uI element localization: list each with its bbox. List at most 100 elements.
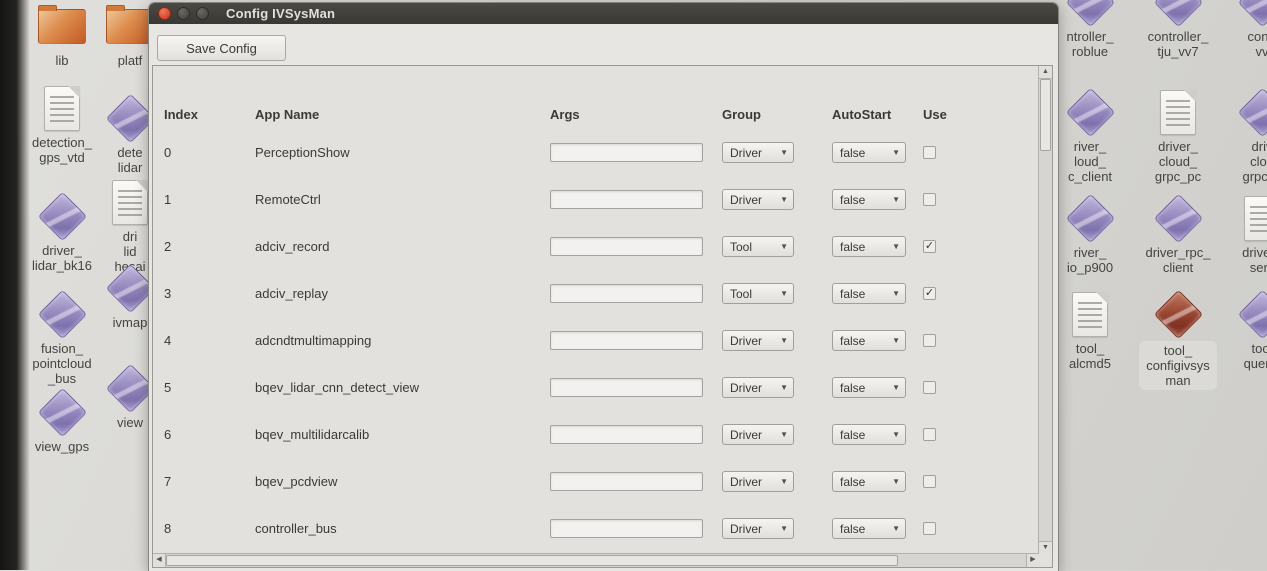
horizontal-scroll-thumb[interactable] xyxy=(166,555,898,566)
group-dropdown[interactable]: Driver▼ xyxy=(722,518,794,539)
document-icon xyxy=(1072,292,1108,337)
dropdown-arrow-icon: ▼ xyxy=(780,241,788,250)
autostart-dropdown[interactable]: false▼ xyxy=(832,283,906,304)
use-checkbox[interactable] xyxy=(923,522,936,535)
group-dropdown[interactable]: Tool▼ xyxy=(722,283,794,304)
use-checkbox[interactable] xyxy=(923,428,936,441)
dropdown-arrow-icon: ▼ xyxy=(892,335,900,344)
icon-label: lib xyxy=(55,53,68,68)
icon-label: view xyxy=(117,415,143,430)
minimize-icon[interactable] xyxy=(177,7,190,20)
header-args: Args xyxy=(550,107,722,122)
args-input[interactable] xyxy=(550,378,703,397)
args-input[interactable] xyxy=(550,331,703,350)
app-name: bqev_pcdview xyxy=(255,474,550,489)
app-name: RemoteCtrl xyxy=(255,192,550,207)
app-name: bqev_lidar_cnn_detect_view xyxy=(255,380,550,395)
autostart-dropdown[interactable]: false▼ xyxy=(832,189,906,210)
desktop-icon-driver-serv[interactable]: driver_serv xyxy=(1216,194,1267,277)
desktop-icon-tool-configivsysman[interactable]: tool_configivsysman xyxy=(1132,290,1224,390)
args-input[interactable] xyxy=(550,472,703,491)
diamond-app-icon xyxy=(1237,289,1267,338)
use-checkbox[interactable] xyxy=(923,146,936,159)
monitor-bezel xyxy=(0,0,30,570)
use-checkbox[interactable] xyxy=(923,381,936,394)
use-checkbox[interactable]: ✓ xyxy=(923,240,936,253)
desktop-icon-tool-queryr[interactable]: toolqueryr xyxy=(1216,290,1267,373)
document-icon xyxy=(44,86,80,131)
group-dropdown[interactable]: Driver▼ xyxy=(722,330,794,351)
scroll-right-icon[interactable]: ▶ xyxy=(1026,554,1039,567)
autostart-dropdown[interactable]: false▼ xyxy=(832,471,906,492)
app-name: adcndtmultimapping xyxy=(255,333,550,348)
header-use: Use xyxy=(923,107,963,122)
use-checkbox[interactable] xyxy=(923,193,936,206)
vertical-scrollbar[interactable]: ▲ ▼ xyxy=(1038,66,1052,554)
desktop-icon-driver-cloud-grpc-pc[interactable]: driver_cloud_grpc_pc xyxy=(1132,88,1224,186)
autostart-dropdown[interactable]: false▼ xyxy=(832,518,906,539)
group-dropdown[interactable]: Driver▼ xyxy=(722,377,794,398)
table-row: 7 bqev_pcdview Driver▼ false▼ xyxy=(154,458,1038,505)
use-checkbox[interactable] xyxy=(923,334,936,347)
close-icon[interactable] xyxy=(158,7,171,20)
diamond-app-icon xyxy=(1153,193,1202,242)
app-name: adciv_record xyxy=(255,239,550,254)
header-index: Index xyxy=(164,107,255,122)
icon-label: driver_rpc_client xyxy=(1145,245,1210,275)
icon-label: driver_serv xyxy=(1242,245,1267,275)
autostart-dropdown[interactable]: false▼ xyxy=(832,424,906,445)
group-dropdown[interactable]: Driver▼ xyxy=(722,142,794,163)
icon-label: drivclougrpc_s xyxy=(1242,139,1267,184)
dropdown-arrow-icon: ▼ xyxy=(780,429,788,438)
group-dropdown[interactable]: Tool▼ xyxy=(722,236,794,257)
args-input[interactable] xyxy=(550,237,703,256)
dropdown-arrow-icon: ▼ xyxy=(892,194,900,203)
scroll-down-icon[interactable]: ▼ xyxy=(1039,541,1052,554)
autostart-dropdown[interactable]: false▼ xyxy=(832,377,906,398)
save-config-button[interactable]: Save Config xyxy=(157,35,286,61)
args-input[interactable] xyxy=(550,425,703,444)
titlebar[interactable]: Config IVSysMan xyxy=(149,3,1058,24)
args-input[interactable] xyxy=(550,519,703,538)
horizontal-scrollbar[interactable]: ◀ ▶ xyxy=(153,553,1039,567)
diamond-app-icon xyxy=(1065,193,1114,242)
use-checkbox[interactable] xyxy=(923,475,936,488)
config-ivsysman-window: Config IVSysMan Save Config Index App Na… xyxy=(148,2,1059,571)
desktop-icon-controller-tju-vv7[interactable]: controller_tju_vv7 xyxy=(1132,0,1224,61)
scroll-left-icon[interactable]: ◀ xyxy=(153,554,166,567)
app-table: Index App Name Args Group AutoStart Use … xyxy=(154,66,1038,554)
dropdown-arrow-icon: ▼ xyxy=(892,147,900,156)
icon-label: fusion_pointcloud_bus xyxy=(32,341,91,386)
group-dropdown[interactable]: Driver▼ xyxy=(722,471,794,492)
maximize-icon[interactable] xyxy=(196,7,209,20)
table-row: 0 PerceptionShow Driver▼ false▼ xyxy=(154,129,1038,176)
desktop-icon-driver-cloud-grpc-s[interactable]: drivclougrpc_s xyxy=(1216,88,1267,186)
desktop-icon-controller-vv[interactable]: contrvv xyxy=(1216,0,1267,61)
icon-label: toolqueryr xyxy=(1244,341,1267,371)
autostart-dropdown[interactable]: false▼ xyxy=(832,236,906,257)
icon-label: detection_gps_vtd xyxy=(32,135,92,165)
icon-label: river_loud_c_client xyxy=(1068,139,1112,184)
vertical-scroll-thumb[interactable] xyxy=(1040,79,1051,151)
group-dropdown[interactable]: Driver▼ xyxy=(722,424,794,445)
dropdown-arrow-icon: ▼ xyxy=(892,476,900,485)
desktop-icon-driver-rpc-client[interactable]: driver_rpc_client xyxy=(1132,194,1224,277)
autostart-dropdown[interactable]: false▼ xyxy=(832,330,906,351)
diamond-app-icon xyxy=(37,387,86,436)
app-name: adciv_replay xyxy=(255,286,550,301)
args-input[interactable] xyxy=(550,284,703,303)
row-index: 7 xyxy=(164,474,255,489)
scroll-up-icon[interactable]: ▲ xyxy=(1039,66,1052,79)
use-checkbox[interactable]: ✓ xyxy=(923,287,936,300)
row-index: 4 xyxy=(164,333,255,348)
autostart-dropdown[interactable]: false▼ xyxy=(832,142,906,163)
row-index: 1 xyxy=(164,192,255,207)
group-dropdown[interactable]: Driver▼ xyxy=(722,189,794,210)
document-icon xyxy=(1244,196,1267,241)
args-input[interactable] xyxy=(550,190,703,209)
icon-label: tool_configivsysman xyxy=(1139,341,1217,390)
table-row: 3 adciv_replay Tool▼ false▼ ✓ xyxy=(154,270,1038,317)
args-input[interactable] xyxy=(550,143,703,162)
icon-label: driver_lidar_bk16 xyxy=(32,243,92,273)
header-group: Group xyxy=(722,107,832,122)
